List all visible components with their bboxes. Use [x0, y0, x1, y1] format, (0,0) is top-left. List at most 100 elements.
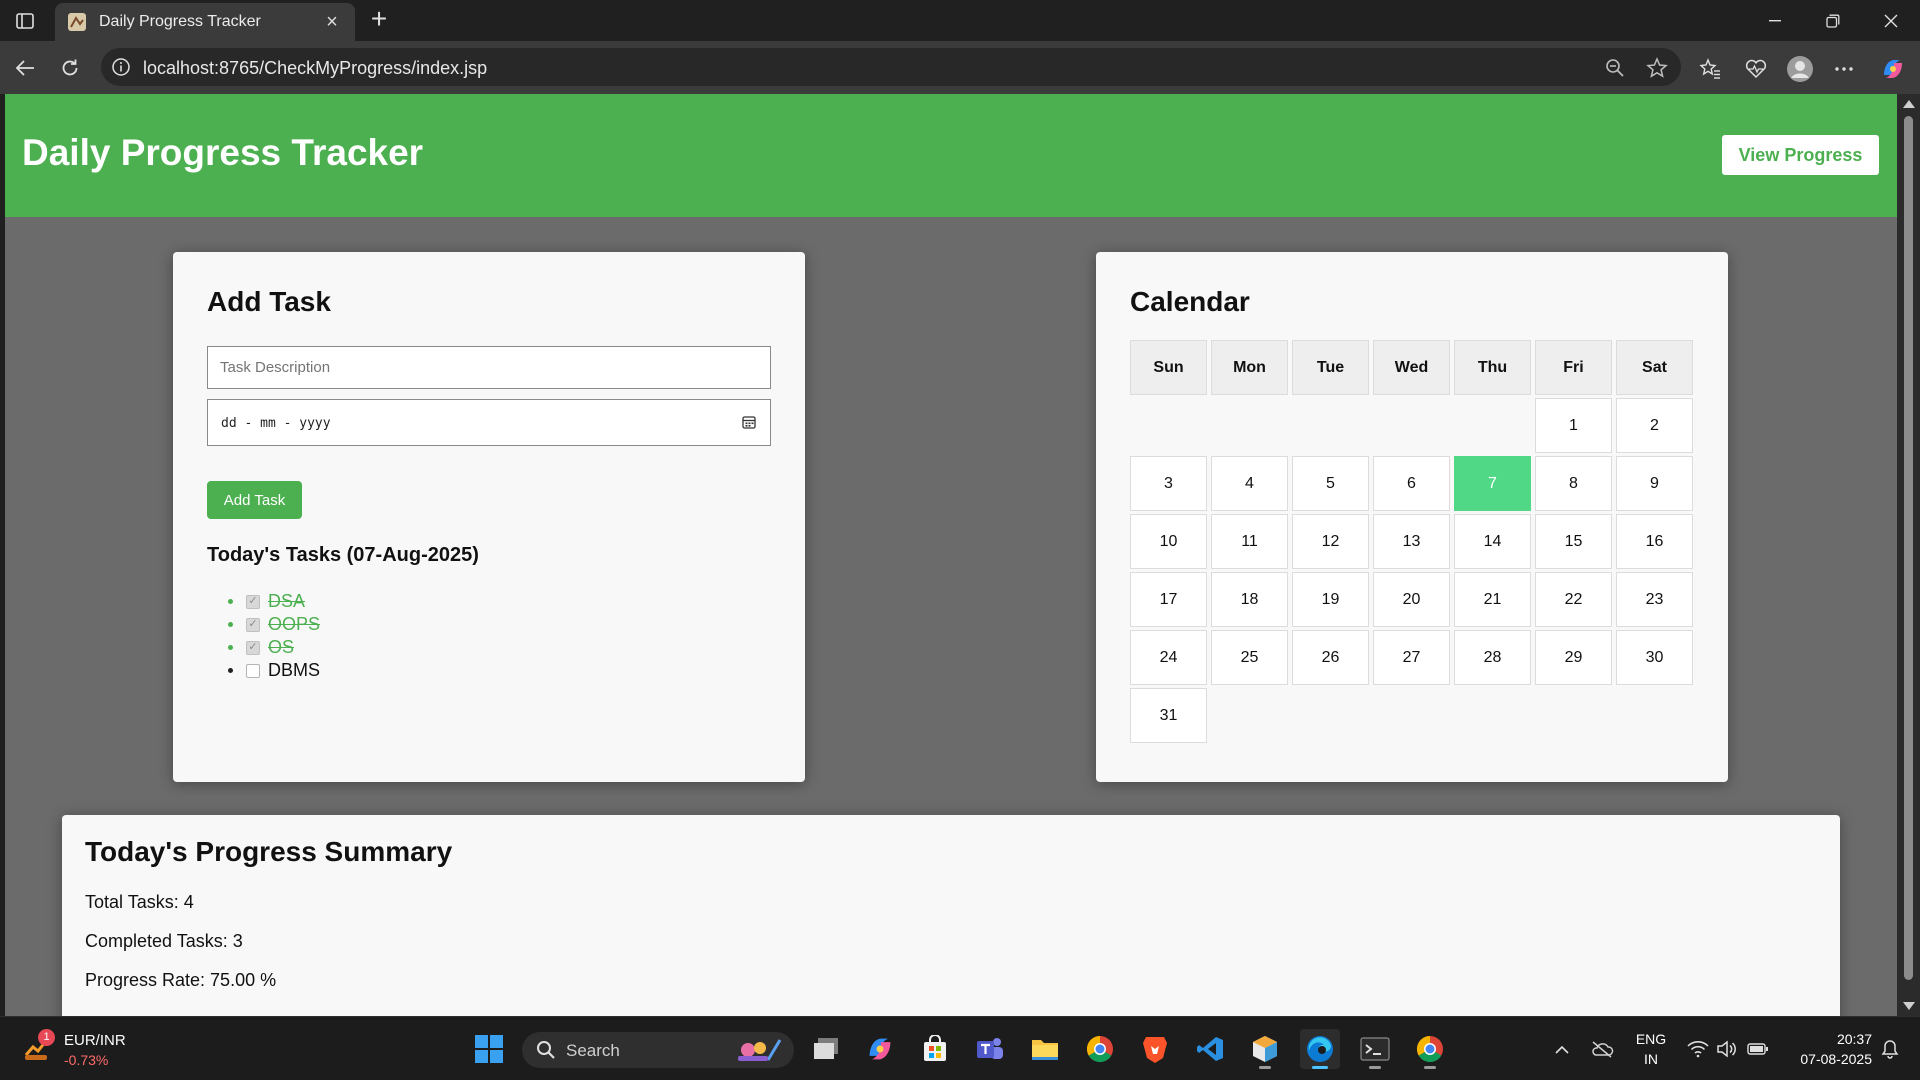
favorites-icon[interactable]	[1696, 55, 1724, 83]
calendar-day[interactable]: 13	[1373, 514, 1450, 569]
back-icon[interactable]	[10, 53, 40, 83]
profile-avatar-icon[interactable]	[1786, 55, 1814, 83]
task-checkbox[interactable]	[246, 663, 260, 678]
file-explorer-icon[interactable]	[1025, 1029, 1065, 1069]
clock-date[interactable]: 07-08-2025	[1780, 1051, 1872, 1067]
calendar-day[interactable]: 22	[1535, 572, 1612, 627]
taskbar-search[interactable]: Search	[522, 1032, 794, 1068]
scroll-down-icon[interactable]	[1903, 1002, 1915, 1010]
calendar-picker-icon[interactable]	[741, 414, 757, 430]
calendar-day[interactable]: 23	[1616, 572, 1693, 627]
task-view-icon[interactable]	[806, 1029, 846, 1069]
task-date-input[interactable]: dd - mm - yyyy	[207, 399, 771, 446]
todays-tasks-heading: Today's Tasks (07-Aug-2025)	[207, 544, 479, 566]
calendar-day[interactable]: 15	[1535, 514, 1612, 569]
reload-icon[interactable]	[55, 53, 85, 83]
browser-tab[interactable]: Daily Progress Tracker ×	[55, 3, 355, 41]
search-highlight-icon	[738, 1039, 782, 1061]
scroll-up-icon[interactable]	[1903, 100, 1915, 108]
summary-heading: Today's Progress Summary	[85, 836, 453, 867]
calendar-day-today[interactable]: 7	[1454, 456, 1531, 511]
calendar-day[interactable]: 16	[1616, 514, 1693, 569]
restore-icon[interactable]	[1810, 6, 1856, 36]
add-task-button[interactable]: Add Task	[207, 481, 302, 519]
brave-icon[interactable]	[1135, 1029, 1175, 1069]
tab-close-icon[interactable]: ×	[321, 11, 343, 34]
more-options-icon[interactable]	[1830, 55, 1858, 83]
calendar-day[interactable]: 19	[1292, 572, 1369, 627]
dev-tool-app-icon[interactable]	[1245, 1029, 1285, 1069]
battery-group[interactable]	[1738, 1029, 1778, 1069]
view-progress-button[interactable]: View Progress	[1722, 135, 1879, 175]
calendar-day[interactable]: 30	[1616, 630, 1693, 685]
copilot-app-icon[interactable]	[860, 1029, 900, 1069]
notifications-bell-icon[interactable]	[1870, 1029, 1910, 1069]
calendar-day[interactable]: 18	[1211, 572, 1288, 627]
task-checkbox[interactable]: ✓	[246, 617, 260, 632]
calendar-day[interactable]: 20	[1373, 572, 1450, 627]
task-checkbox[interactable]: ✓	[246, 640, 260, 655]
task-checkbox[interactable]: ✓	[246, 594, 260, 609]
teams-icon[interactable]	[970, 1029, 1010, 1069]
zoom-icon[interactable]	[1604, 57, 1626, 79]
calendar-day[interactable]: 2	[1616, 398, 1693, 453]
chrome-icon[interactable]	[1080, 1029, 1120, 1069]
close-window-icon[interactable]	[1868, 6, 1914, 36]
tray-overflow-icon[interactable]	[1542, 1029, 1582, 1069]
calendar-day[interactable]: 1	[1535, 398, 1612, 453]
terminal-icon[interactable]	[1355, 1029, 1395, 1069]
calendar-weekday-header: Sun	[1130, 340, 1207, 395]
search-label: Search	[566, 1041, 620, 1060]
calendar-weekday-header: Sat	[1616, 340, 1693, 395]
calendar-day[interactable]: 9	[1616, 456, 1693, 511]
new-tab-icon[interactable]: +	[364, 5, 394, 35]
calendar-grid: Sun Mon Tue Wed Thu Fri Sat 1 2 3 4 5 6 7 8 9 10 11 12 13 14…	[1130, 340, 1693, 743]
calendar-day[interactable]: 11	[1211, 514, 1288, 569]
page-scrollbar[interactable]	[1897, 94, 1920, 1016]
scroll-thumb[interactable]	[1904, 116, 1913, 980]
page-viewport: Daily Progress Tracker View Progress Add…	[5, 94, 1897, 1016]
onedrive-offline-icon[interactable]	[1582, 1029, 1622, 1069]
calendar-day[interactable]: 12	[1292, 514, 1369, 569]
calendar-day[interactable]: 4	[1211, 456, 1288, 511]
calendar-day[interactable]: 28	[1454, 630, 1531, 685]
app-header: Daily Progress Tracker View Progress	[5, 94, 1897, 217]
language-line-1[interactable]: ENG	[1628, 1031, 1674, 1047]
calendar-day[interactable]: 24	[1130, 630, 1207, 685]
calendar-day[interactable]: 27	[1373, 630, 1450, 685]
vscode-icon[interactable]	[1190, 1029, 1230, 1069]
calendar-day[interactable]: 17	[1130, 572, 1207, 627]
completed-tasks-text: Completed Tasks: 3	[85, 931, 243, 951]
task-name: OOPS	[268, 614, 321, 634]
favorite-star-icon[interactable]	[1646, 57, 1668, 79]
task-description-input[interactable]	[207, 346, 771, 389]
browser-essentials-icon[interactable]	[1742, 55, 1770, 83]
edge-icon[interactable]	[1300, 1029, 1340, 1069]
calendar-day[interactable]: 10	[1130, 514, 1207, 569]
chrome-profile-icon[interactable]	[1410, 1029, 1450, 1069]
ticker-name[interactable]: EUR/INR	[64, 1032, 126, 1049]
clock-time[interactable]: 20:37	[1780, 1031, 1872, 1047]
volume-icon	[1717, 1040, 1736, 1058]
url-text[interactable]: localhost:8765/CheckMyProgress/index.jsp	[143, 58, 487, 79]
calendar-day[interactable]: 5	[1292, 456, 1369, 511]
calendar-day[interactable]: 14	[1454, 514, 1531, 569]
store-icon[interactable]	[915, 1029, 955, 1069]
sidebar-toggle-icon[interactable]	[11, 9, 39, 33]
address-bar[interactable]: localhost:8765/CheckMyProgress/index.jsp	[101, 48, 1681, 86]
site-info-icon[interactable]	[111, 57, 131, 77]
calendar-day[interactable]: 25	[1211, 630, 1288, 685]
calendar-day[interactable]: 3	[1130, 456, 1207, 511]
calendar-day[interactable]: 31	[1130, 688, 1207, 743]
language-line-2[interactable]: IN	[1628, 1051, 1674, 1067]
start-icon[interactable]	[469, 1029, 509, 1069]
calendar-day[interactable]: 21	[1454, 572, 1531, 627]
calendar-day[interactable]: 6	[1373, 456, 1450, 511]
minimize-icon[interactable]	[1752, 6, 1798, 36]
calendar-day[interactable]: 26	[1292, 630, 1369, 685]
copilot-icon[interactable]	[1879, 55, 1907, 83]
calendar-day[interactable]: 8	[1535, 456, 1612, 511]
progress-rate-text: Progress Rate: 75.00 %	[85, 970, 277, 990]
calendar-day[interactable]: 29	[1535, 630, 1612, 685]
task-bullet	[228, 645, 233, 650]
